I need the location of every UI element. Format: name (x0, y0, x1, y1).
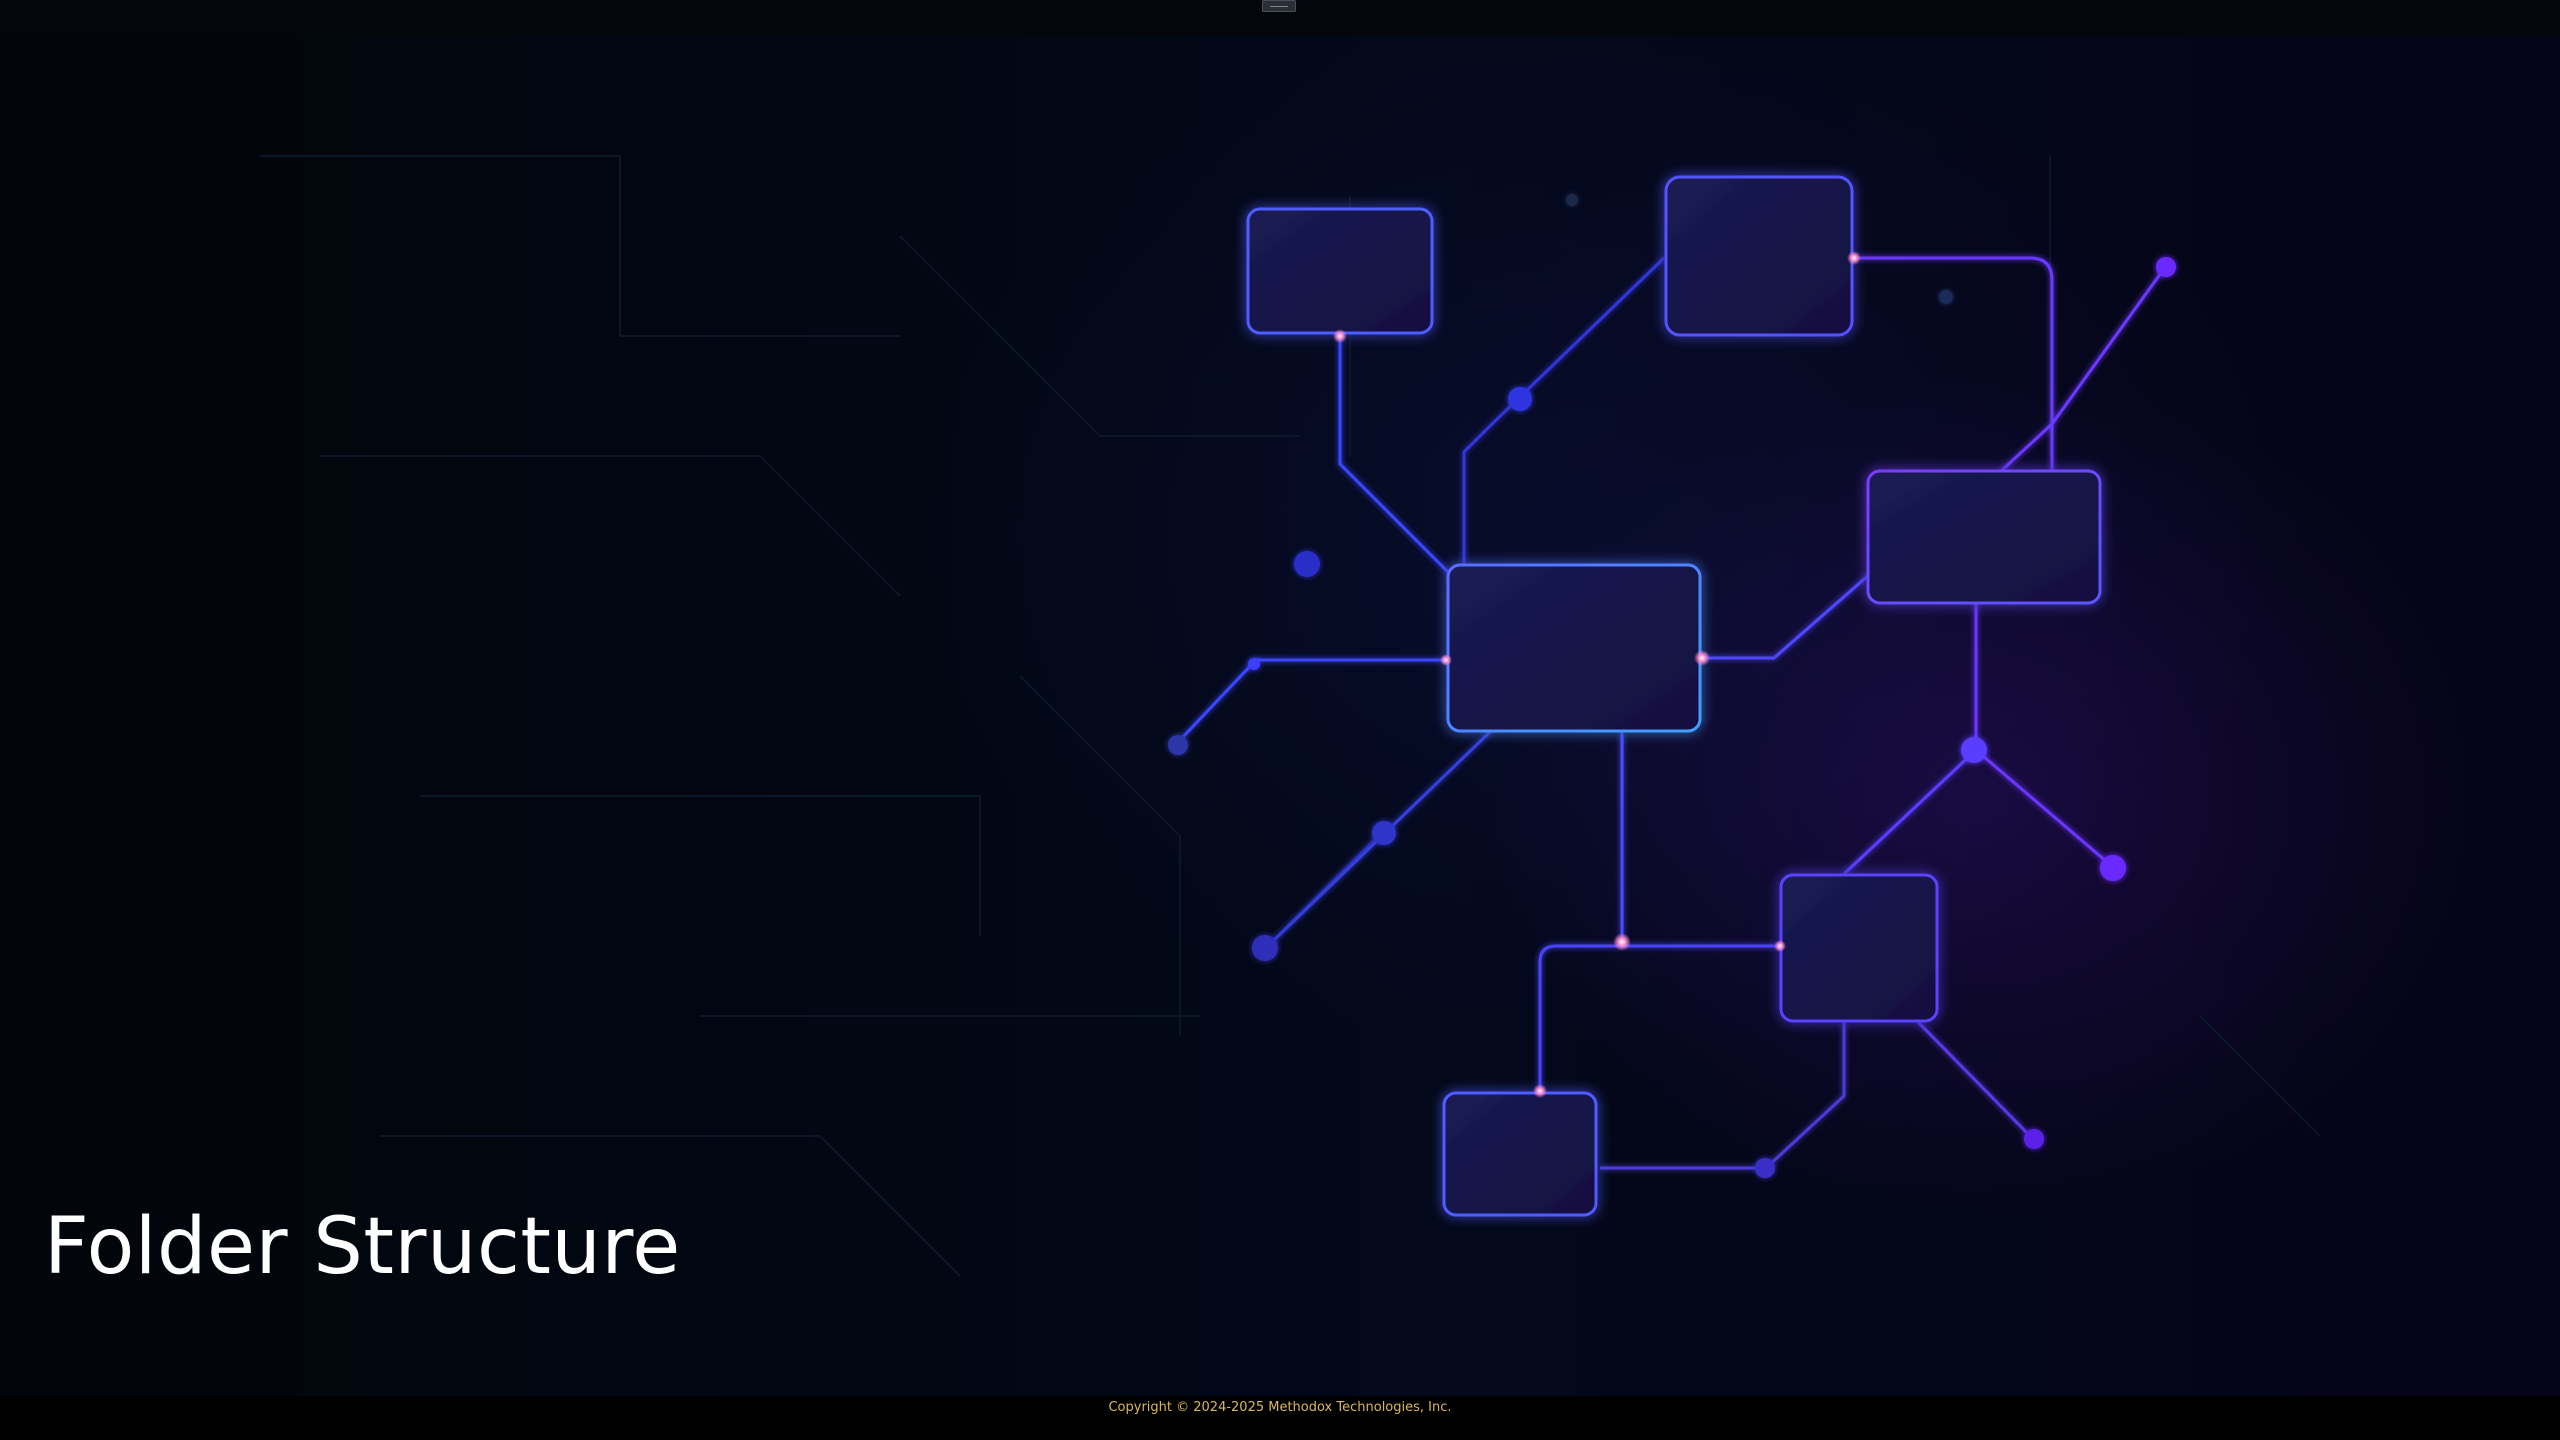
slide-title: Folder Structure (44, 1202, 681, 1292)
window-top-bar (0, 0, 2560, 36)
node-dot (1252, 935, 1278, 961)
node-dot (2024, 1129, 2044, 1149)
diagram-boxes (1246, 175, 2102, 1217)
node-dot (1168, 735, 1188, 755)
node-dot (2100, 855, 2126, 881)
folder-box (1866, 469, 2102, 605)
folder-box (1664, 175, 1854, 337)
node-dot (2156, 257, 2176, 277)
presentation-slide: Folder Structure (0, 36, 2560, 1396)
node-dot (1248, 658, 1260, 670)
node-dot (1566, 194, 1578, 206)
folder-box (1779, 873, 1939, 1023)
folder-box (1442, 1091, 1598, 1217)
node-dot (1755, 1158, 1775, 1178)
node-dot (1961, 737, 1987, 763)
node-dot (1294, 551, 1320, 577)
node-dot (1372, 821, 1396, 845)
network-diagram-illustration (260, 155, 2321, 1277)
node-dot (1939, 290, 1953, 304)
copyright-text: Copyright © 2024-2025 Methodox Technolog… (1108, 1400, 1452, 1415)
node-dot (1508, 387, 1532, 411)
window-drag-handle-icon[interactable] (1262, 0, 1296, 12)
folder-box (1446, 563, 1702, 733)
folder-box (1246, 207, 1434, 335)
